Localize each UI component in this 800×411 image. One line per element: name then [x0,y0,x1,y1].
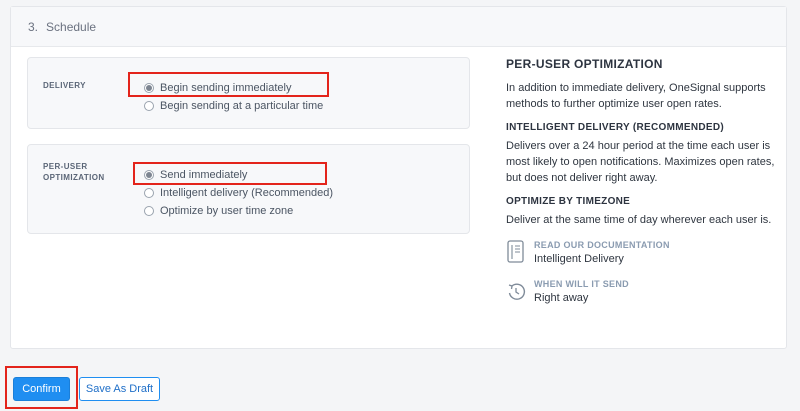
radio-unchecked-icon[interactable] [144,188,154,198]
when-title: WHEN WILL IT SEND [534,279,629,289]
delivery-label: DELIVERY [43,81,86,90]
timezone-title: OPTIMIZE BY TIMEZONE [506,196,631,207]
radio-unchecked-icon[interactable] [144,206,154,216]
per-user-options: Send immediately Intelligent delivery (R… [144,166,333,220]
section-header: 3. Schedule [11,7,786,47]
per-user-panel: PER-USER OPTIMIZATION Send immediately I… [27,144,470,234]
clock-icon [508,283,526,300]
radio-checked-icon[interactable] [144,83,154,93]
info-column: PER-USER OPTIMIZATION In addition to imm… [506,57,778,304]
option-label: Begin sending immediately [160,82,292,94]
section-number: 3. [28,19,39,34]
info-intro: In addition to immediate delivery, OneSi… [506,82,766,110]
radio-checked-icon[interactable] [144,170,154,180]
per-user-label: PER-USER OPTIMIZATION [43,161,123,183]
option-label: Begin sending at a particular time [160,100,324,112]
delivery-option-immediately[interactable]: Begin sending immediately [144,79,323,97]
option-label: Intelligent delivery (Recommended) [160,187,334,199]
per-user-label-line1: PER-USER [43,162,88,171]
delivery-option-particular-time[interactable]: Begin sending at a particular time [144,97,323,115]
option-label: Send immediately [160,169,248,181]
section-title: Schedule [46,19,97,34]
confirm-button[interactable]: Confirm [13,377,70,401]
docs-title: READ OUR DOCUMENTATION [534,240,670,250]
docs-link[interactable]: Intelligent Delivery [534,253,670,265]
per-user-option-intelligent[interactable]: Intelligent delivery (Recommended) [144,184,333,202]
delivery-panel: DELIVERY Begin sending immediately Begin… [27,57,470,129]
delivery-options: Begin sending immediately Begin sending … [144,79,323,115]
radio-unchecked-icon[interactable] [144,101,154,111]
per-user-option-send-immediately[interactable]: Send immediately [144,166,333,184]
schedule-card: 3. Schedule DELIVERY Begin sending immed… [10,6,787,349]
option-label: Optimize by user time zone [160,205,294,217]
docs-resource[interactable]: READ OUR DOCUMENTATION Intelligent Deliv… [506,240,778,265]
intelligent-title: INTELLIGENT DELIVERY (RECOMMENDED) [506,122,724,133]
when-resource: WHEN WILL IT SEND Right away [506,279,778,304]
per-user-option-timezone[interactable]: Optimize by user time zone [144,202,333,220]
per-user-label-line2: OPTIMIZATION [43,173,105,182]
save-draft-button[interactable]: Save As Draft [79,377,160,401]
timezone-text: Deliver at the same time of day wherever… [506,214,772,226]
intelligent-text: Delivers over a 24 hour period at the ti… [506,140,775,184]
info-title: PER-USER OPTIMIZATION [506,57,663,71]
when-value: Right away [534,292,589,304]
document-icon [507,240,524,263]
